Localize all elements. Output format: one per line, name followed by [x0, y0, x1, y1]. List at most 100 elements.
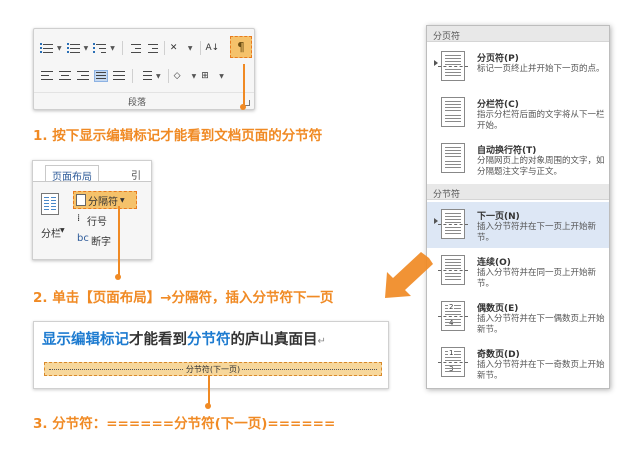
- even-page-num-top: 2: [448, 303, 455, 311]
- paragraph-mark: ↵: [317, 336, 326, 347]
- borders-icon[interactable]: ⊞: [201, 71, 215, 81]
- shading-icon[interactable]: ◇: [174, 71, 188, 81]
- callout-dot-3: [205, 403, 211, 409]
- divider: [132, 69, 133, 83]
- borders-dropdown-icon[interactable]: ▼: [219, 73, 224, 80]
- asian-layout-dropdown-icon[interactable]: ▼: [188, 45, 193, 52]
- ribbon-row-1: ▼ ▼ ▼ ✕ ▼ A↓: [40, 39, 224, 57]
- shading-dropdown-icon[interactable]: ▼: [192, 73, 197, 80]
- callout-dot-2: [115, 274, 121, 280]
- menu-item-odd-page[interactable]: 1 3 奇数页(D) 插入分节符并在下一奇数页上开始新节。: [427, 340, 609, 386]
- menu-item-title: 下一页(N): [477, 212, 520, 222]
- text-wrapping-icon: [441, 143, 465, 173]
- sample-highlight-2: 分节符: [187, 332, 231, 348]
- menu-item-desc: 指示分栏符后面的文字将从下一栏开始。: [477, 110, 605, 131]
- divider: [199, 41, 201, 55]
- arrow-icon: [385, 252, 433, 298]
- odd-page-num-top: 1: [448, 349, 455, 357]
- divider: [163, 41, 165, 55]
- callout-line-1: [243, 64, 245, 106]
- step-2-caption: 2. 单击【页面布局】→分隔符，插入分节符下一页: [33, 290, 334, 306]
- breaks-label: 分隔符: [88, 196, 118, 208]
- align-right-icon[interactable]: [76, 70, 90, 82]
- menu-item-title: 自动换行符(T): [477, 146, 537, 156]
- even-page-num-bottom: 4: [448, 319, 455, 327]
- sample-highlight-1: 显示编辑标记: [42, 332, 129, 348]
- decrease-indent-icon[interactable]: [128, 42, 142, 55]
- hyphenation-label[interactable]: 断字: [91, 233, 111, 248]
- line-numbers-icon[interactable]: ⁞: [77, 213, 80, 224]
- align-left-icon[interactable]: [40, 70, 54, 82]
- step-3-caption: 3. 分节符：======分节符(下一页)======: [33, 416, 336, 432]
- menu-item-title: 连续(O): [477, 258, 511, 268]
- next-page-icon: [438, 209, 468, 239]
- sort-icon[interactable]: A↓: [206, 43, 220, 53]
- divider: [121, 41, 123, 55]
- document-sample: 显示编辑标记才能看到分节符的庐山真面目↵ 分节符(下一页): [33, 321, 389, 389]
- menu-item-desc: 插入分节符并在下一奇数页上开始新节。: [477, 360, 605, 381]
- odd-page-num-bottom: 3: [448, 365, 455, 373]
- menu-item-page-break[interactable]: 分页符(P) 标记一页终止并开始下一页的点。: [427, 44, 609, 90]
- menu-item-desc: 插入分节符并在同一页上开始新节。: [477, 268, 597, 289]
- breaks-menu: 分页符 分页符(P) 标记一页终止并开始下一页的点。 分栏符(C) 指示分栏符后…: [426, 25, 610, 389]
- tab-next[interactable]: 引: [131, 167, 141, 182]
- menu-item-even-page[interactable]: 2 4 偶数页(E) 插入分节符并在下一偶数页上开始新节。: [427, 294, 609, 340]
- breaks-button[interactable]: 分隔符 ▼: [73, 191, 137, 209]
- menu-item-desc: 插入分节符并在下一页上开始新节。: [477, 222, 597, 243]
- menu-item-desc: 插入分节符并在下一偶数页上开始新节。: [477, 314, 605, 335]
- callout-dot-1: [240, 104, 246, 110]
- continuous-icon: [438, 255, 468, 285]
- menu-item-desc: 标记一页终止并开始下一页的点。: [477, 64, 605, 74]
- page-layout-panel: 页面布局 引 分栏 ▼ 分隔符 ▼ ⁞ 行号 bc 断字: [32, 160, 152, 260]
- menu-header-page-breaks: 分页符: [427, 26, 609, 42]
- columns-dropdown-icon[interactable]: ▼: [60, 227, 65, 234]
- columns-icon[interactable]: [41, 193, 59, 215]
- column-break-icon: [441, 97, 465, 127]
- menu-item-column-break[interactable]: 分栏符(C) 指示分栏符后面的文字将从下一栏开始。: [427, 90, 609, 136]
- justify-icon[interactable]: [94, 70, 108, 82]
- line-spacing-icon[interactable]: [138, 70, 152, 82]
- distributed-icon[interactable]: [112, 70, 126, 82]
- bullets-dropdown-icon[interactable]: ▼: [57, 45, 62, 52]
- menu-item-continuous[interactable]: 连续(O) 插入分节符并在同一页上开始新节。: [427, 248, 609, 294]
- align-center-icon[interactable]: [58, 70, 72, 82]
- asian-layout-icon[interactable]: ✕: [170, 43, 184, 53]
- bullets-icon[interactable]: [40, 42, 54, 55]
- menu-item-text-wrapping[interactable]: 自动换行符(T) 分隔网页上的对象周围的文字，如分隔题注文字与正文。: [427, 136, 609, 182]
- page-break-icon: [438, 51, 468, 81]
- multilevel-list-icon[interactable]: [93, 42, 107, 55]
- line-spacing-dropdown-icon[interactable]: ▼: [156, 73, 161, 80]
- menu-item-title: 偶数页(E): [477, 304, 519, 314]
- sample-text-4: 的庐山真面目: [230, 332, 318, 348]
- menu-item-next-page[interactable]: 下一页(N) 插入分节符并在下一页上开始新节。: [427, 202, 609, 248]
- section-break-label: 分节符(下一页): [183, 365, 243, 374]
- menu-item-desc: 分隔网页上的对象周围的文字，如分隔题注文字与正文。: [477, 156, 605, 177]
- section-break-marker: 分节符(下一页): [44, 362, 382, 376]
- callout-line-2: [118, 206, 120, 276]
- menu-item-title: 分栏符(C): [477, 100, 519, 110]
- numbering-dropdown-icon[interactable]: ▼: [84, 45, 89, 52]
- menu-header-section-breaks: 分节符: [427, 184, 609, 200]
- paragraph-ribbon-group: ▼ ▼ ▼ ✕ ▼ A↓ ¶ ▼ ◇ ▼ ⊞ ▼ 段落: [33, 28, 255, 110]
- step-1-caption: 1. 按下显示编辑标记才能看到文档页面的分节符: [33, 128, 323, 144]
- multilevel-dropdown-icon[interactable]: ▼: [110, 45, 115, 52]
- group-label: 段落: [128, 98, 147, 108]
- odd-page-icon: 1 3: [438, 347, 468, 377]
- divider: [167, 69, 169, 83]
- hyphenation-icon[interactable]: bc: [77, 233, 89, 244]
- numbering-icon[interactable]: [66, 42, 81, 55]
- columns-label[interactable]: 分栏: [41, 225, 61, 240]
- menu-item-title: 分页符(P): [477, 54, 519, 64]
- show-hide-marks-button[interactable]: ¶: [230, 36, 252, 58]
- sample-sentence: 显示编辑标记才能看到分节符的庐山真面目↵: [42, 328, 326, 349]
- breaks-dropdown-icon: ▼: [120, 196, 125, 204]
- pilcrow-icon: ¶: [237, 40, 245, 54]
- increase-indent-icon[interactable]: [145, 42, 159, 55]
- sample-text-2: 才能看到: [129, 332, 187, 348]
- breaks-icon: [76, 194, 86, 206]
- callout-line-3: [208, 375, 210, 405]
- line-numbers-label[interactable]: 行号: [87, 213, 107, 228]
- group-divider: [34, 92, 254, 93]
- even-page-icon: 2 4: [438, 301, 468, 331]
- ribbon-row-2: ▼ ◇ ▼ ⊞ ▼: [40, 67, 229, 85]
